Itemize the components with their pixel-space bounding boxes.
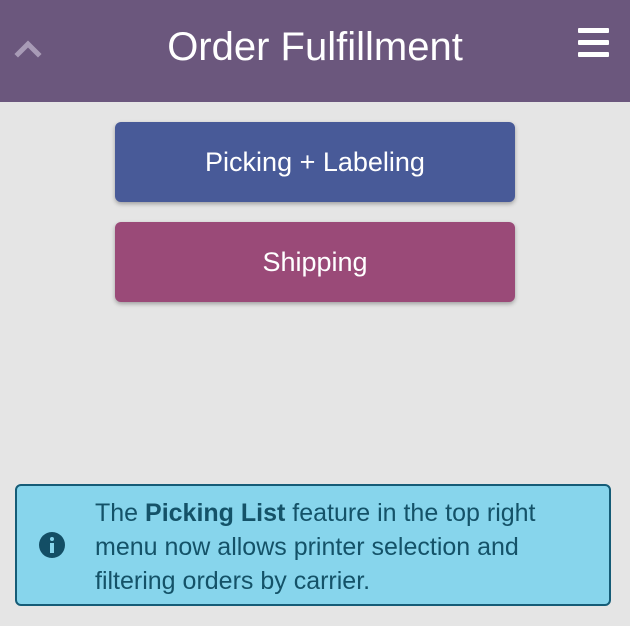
menu-button[interactable] [576, 26, 612, 62]
info-circle-icon [39, 532, 65, 558]
picking-labeling-label: Picking + Labeling [205, 146, 425, 177]
page-title: Order Fulfillment [167, 25, 463, 69]
info-notice: The Picking List feature in the top righ… [15, 484, 611, 606]
picking-labeling-button[interactable]: Picking + Labeling [115, 122, 515, 202]
app-header: Order Fulfillment [0, 0, 630, 102]
notice-message: The Picking List feature in the top righ… [95, 496, 595, 598]
shipping-button[interactable]: Shipping [115, 222, 515, 302]
notice-highlight: Picking List [145, 499, 286, 527]
shipping-label: Shipping [262, 246, 368, 277]
notice-text-before: The [95, 499, 146, 527]
